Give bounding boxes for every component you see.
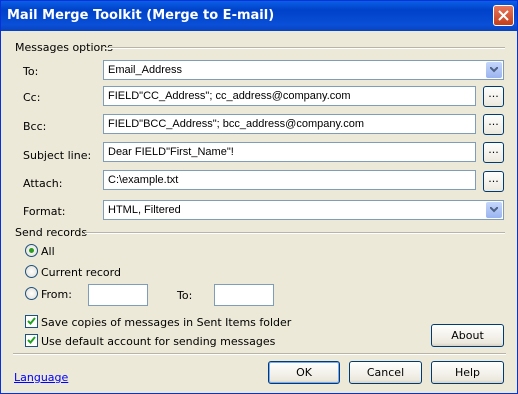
radio-all-label[interactable]: All xyxy=(41,245,55,258)
format-value: HTML, Filtered xyxy=(108,204,181,216)
attach-field[interactable]: C:\example.txt xyxy=(103,170,476,190)
to-record-input[interactable] xyxy=(214,284,274,306)
subject-label: Subject line: xyxy=(23,149,92,162)
about-button[interactable]: About xyxy=(431,324,504,347)
subject-value: Dear FIELD"First_Name"! xyxy=(108,146,234,158)
use-default-account-label[interactable]: Use default account for sending messages xyxy=(41,335,275,348)
format-label: Format: xyxy=(23,205,66,218)
window-title: Mail Merge Toolkit (Merge to E-mail) xyxy=(7,8,275,23)
radio-current-record[interactable] xyxy=(25,265,38,278)
to-dropdown-arrow[interactable] xyxy=(486,62,502,78)
to-label: To: xyxy=(23,65,39,78)
bcc-label: Bcc: xyxy=(23,120,47,133)
footer-divider xyxy=(13,353,506,355)
save-copies-label[interactable]: Save copies of messages in Sent Items fo… xyxy=(41,316,291,329)
cc-value: FIELD"CC_Address"; cc_address@company.co… xyxy=(108,90,351,102)
dialog-window: Mail Merge Toolkit (Merge to E-mail) Mes… xyxy=(0,0,518,394)
radio-selected-dot xyxy=(29,248,34,253)
attach-label: Attach: xyxy=(23,177,63,190)
checkmark-icon xyxy=(27,317,36,325)
radio-current-record-label[interactable]: Current record xyxy=(41,266,121,279)
chevron-down-icon xyxy=(490,207,498,213)
use-default-account-checkbox[interactable] xyxy=(25,334,38,347)
cc-browse-button[interactable]: ... xyxy=(483,86,504,107)
from-record-input[interactable] xyxy=(88,284,148,306)
format-dropdown[interactable]: HTML, Filtered xyxy=(103,200,504,220)
to-dropdown[interactable]: Email_Address xyxy=(103,60,504,80)
to-record-label: To: xyxy=(177,289,193,302)
close-button[interactable] xyxy=(493,5,514,26)
radio-from[interactable] xyxy=(25,287,38,300)
bcc-field[interactable]: FIELD"BCC_Address"; bcc_address@company.… xyxy=(103,114,476,134)
save-copies-checkbox[interactable] xyxy=(25,315,38,328)
title-bar[interactable]: Mail Merge Toolkit (Merge to E-mail) xyxy=(1,1,517,31)
messages-options-label: Messages options xyxy=(15,41,113,54)
messages-options-divider xyxy=(105,47,505,49)
bcc-value: FIELD"BCC_Address"; bcc_address@company.… xyxy=(108,118,364,130)
close-icon xyxy=(498,10,509,21)
help-button[interactable]: Help xyxy=(431,361,504,384)
subject-browse-button[interactable]: ... xyxy=(483,142,504,163)
attach-browse-button[interactable]: ... xyxy=(483,171,504,192)
radio-all[interactable] xyxy=(25,244,38,257)
radio-from-label[interactable]: From: xyxy=(41,288,72,301)
language-link[interactable]: Language xyxy=(14,371,68,384)
subject-field[interactable]: Dear FIELD"First_Name"! xyxy=(103,142,476,162)
cc-label: Cc: xyxy=(23,91,41,104)
checkmark-icon xyxy=(27,336,36,344)
cc-field[interactable]: FIELD"CC_Address"; cc_address@company.co… xyxy=(103,86,476,106)
chevron-down-icon xyxy=(490,67,498,73)
send-records-divider xyxy=(85,232,505,234)
attach-value: C:\example.txt xyxy=(108,174,179,186)
ok-button[interactable]: OK xyxy=(268,361,340,384)
cancel-button[interactable]: Cancel xyxy=(349,361,422,384)
to-value: Email_Address xyxy=(108,64,182,76)
send-records-label: Send records xyxy=(15,226,88,239)
bcc-browse-button[interactable]: ... xyxy=(483,114,504,135)
format-dropdown-arrow[interactable] xyxy=(486,202,502,218)
